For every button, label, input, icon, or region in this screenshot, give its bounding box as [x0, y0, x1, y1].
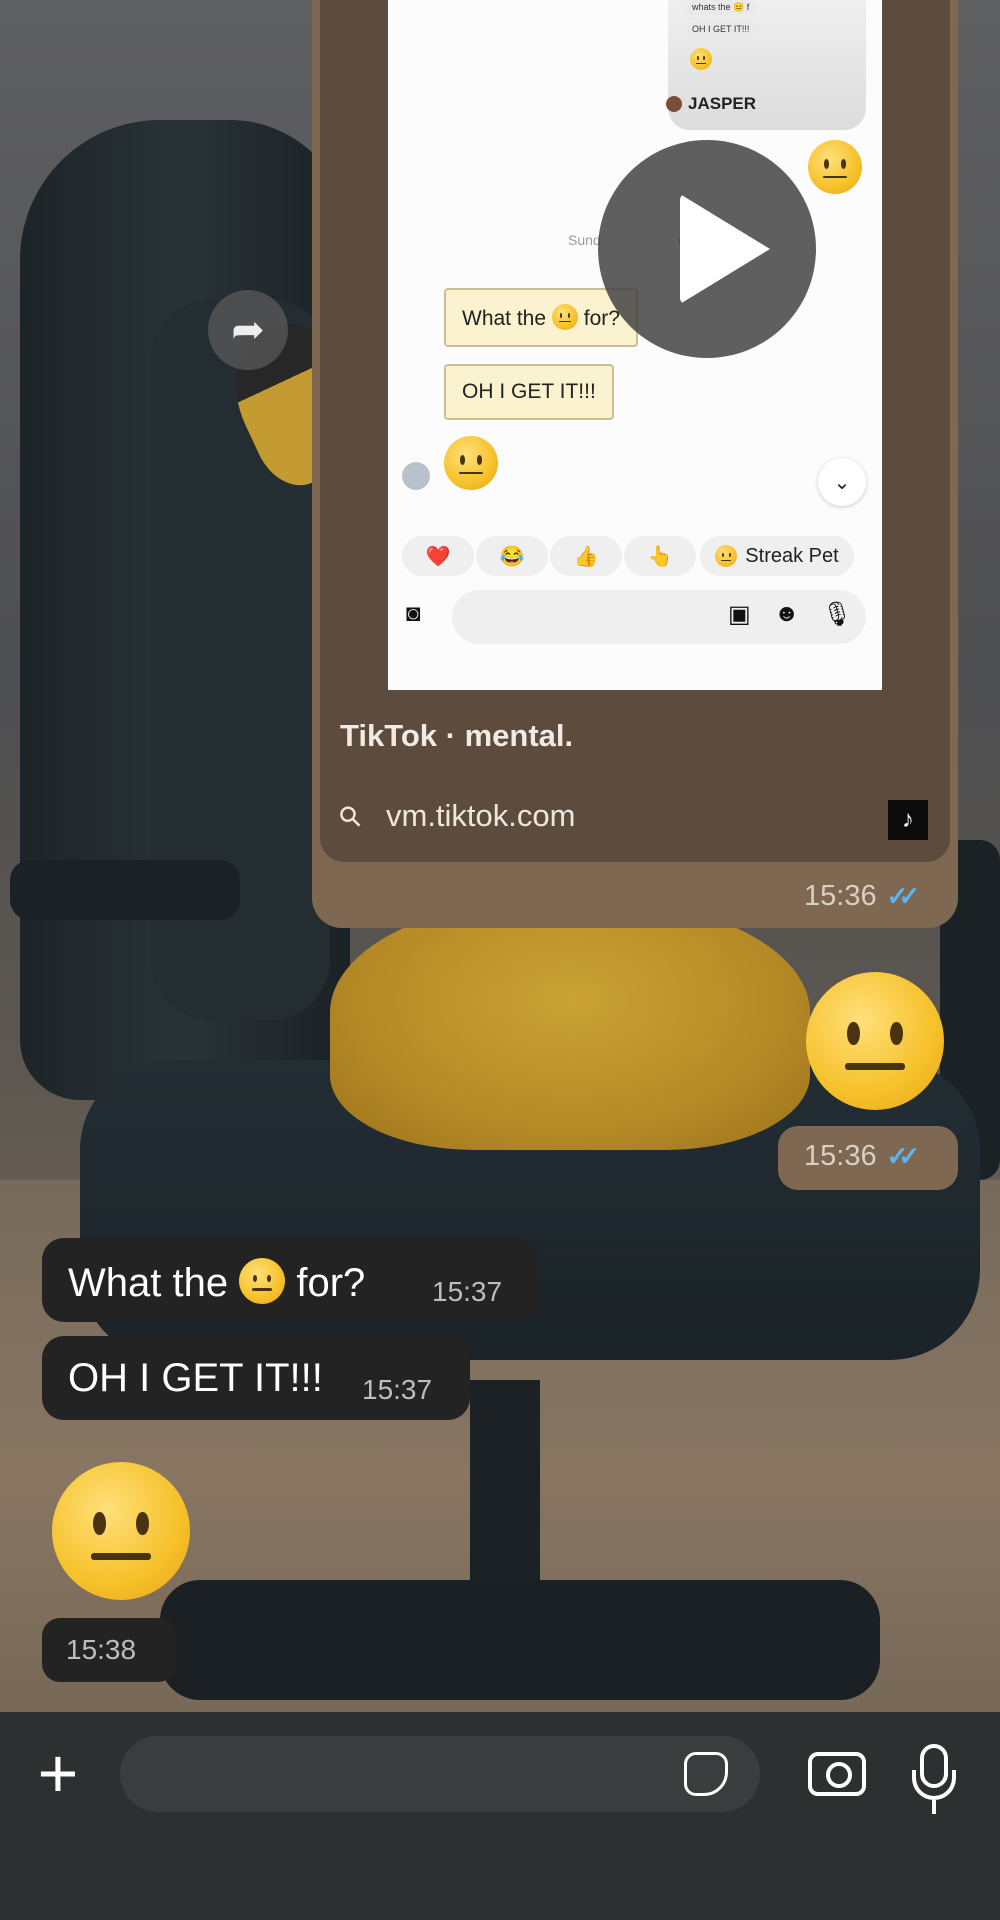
- gallery-icon: ▣: [728, 601, 751, 628]
- play-icon[interactable]: [598, 140, 816, 358]
- reaction-pill: 👆: [624, 536, 696, 576]
- preview-message-input: [452, 590, 866, 644]
- camera-icon: ◙: [406, 600, 421, 627]
- neutral-face-icon: [239, 1258, 286, 1304]
- message-time: 15:36: [804, 880, 877, 912]
- tiktok-logo-icon: ♪: [888, 800, 928, 840]
- message-meta: 15:38: [42, 1618, 176, 1682]
- avatar: [402, 462, 430, 490]
- message-text-part: What the: [68, 1261, 229, 1305]
- neutral-face-icon: [808, 140, 862, 194]
- neutral-face-icon: [715, 545, 738, 567]
- neutral-face-icon: [551, 304, 578, 330]
- message-text: OH I GET IT!!!: [68, 1356, 323, 1400]
- avatar: [666, 96, 682, 112]
- preview-sticker-message: OH I GET IT!!!: [444, 364, 614, 420]
- sticker-face-icon: ☻: [774, 600, 800, 627]
- incoming-message[interactable]: What the for? 15:37: [42, 1238, 540, 1322]
- incoming-message[interactable]: OH I GET IT!!! 15:37: [42, 1336, 470, 1420]
- forward-icon[interactable]: ➦: [208, 290, 288, 370]
- read-ticks-icon: ✓✓: [886, 1141, 920, 1171]
- preview-sender-name: JASPER: [688, 94, 757, 113]
- message-text: What the for?: [68, 1258, 365, 1306]
- camera-icon[interactable]: [808, 1752, 866, 1796]
- streak-pet-label: Streak Pet: [745, 544, 839, 567]
- message-meta: 15:36 ✓✓: [804, 1140, 920, 1173]
- preview-date-label: Sund: [568, 232, 601, 248]
- link-preview-card[interactable]: [320, 690, 950, 862]
- neutral-face-icon: [690, 48, 712, 70]
- link-title: TikTok · mental.: [340, 718, 574, 753]
- link-url[interactable]: vm.tiktok.com: [386, 798, 575, 834]
- microphone-foot: [932, 1800, 936, 1814]
- neutral-face-icon: [444, 436, 498, 490]
- preview-mini-text: OH I GET IT!!!: [686, 22, 756, 36]
- message-text-part: for?: [296, 1261, 366, 1305]
- preview-mini-text: whats the 😐 f: [686, 0, 756, 15]
- neutral-face-emoji-message[interactable]: [52, 1462, 190, 1600]
- video-thumbnail: whats the 😐 f OH I GET IT!!! JASPER Sund…: [388, 0, 882, 690]
- message-time: 15:38: [66, 1634, 137, 1665]
- message-time: 15:37: [432, 1276, 503, 1307]
- read-ticks-icon: ✓✓: [886, 881, 920, 911]
- plus-icon[interactable]: +: [30, 1738, 86, 1808]
- sticker-text: for?: [583, 307, 620, 330]
- mic-icon: 🎙: [822, 601, 853, 628]
- message-meta: 15:36 ✓✓: [804, 880, 920, 913]
- streak-pet-pill: Streak Pet: [700, 536, 854, 576]
- reaction-pill: 😂: [476, 536, 548, 576]
- message-time: 15:36: [804, 1140, 877, 1172]
- message-input[interactable]: [120, 1736, 760, 1812]
- neutral-face-emoji-message[interactable]: [806, 972, 944, 1110]
- sticker-text: What the: [462, 307, 547, 330]
- reaction-pill: 👍: [550, 536, 622, 576]
- chevron-down-icon: ⌄: [818, 458, 866, 506]
- video-preview[interactable]: whats the 😐 f OH I GET IT!!! JASPER Sund…: [320, 0, 950, 690]
- message-time: 15:37: [362, 1374, 433, 1405]
- reaction-pill: ❤️: [402, 536, 474, 576]
